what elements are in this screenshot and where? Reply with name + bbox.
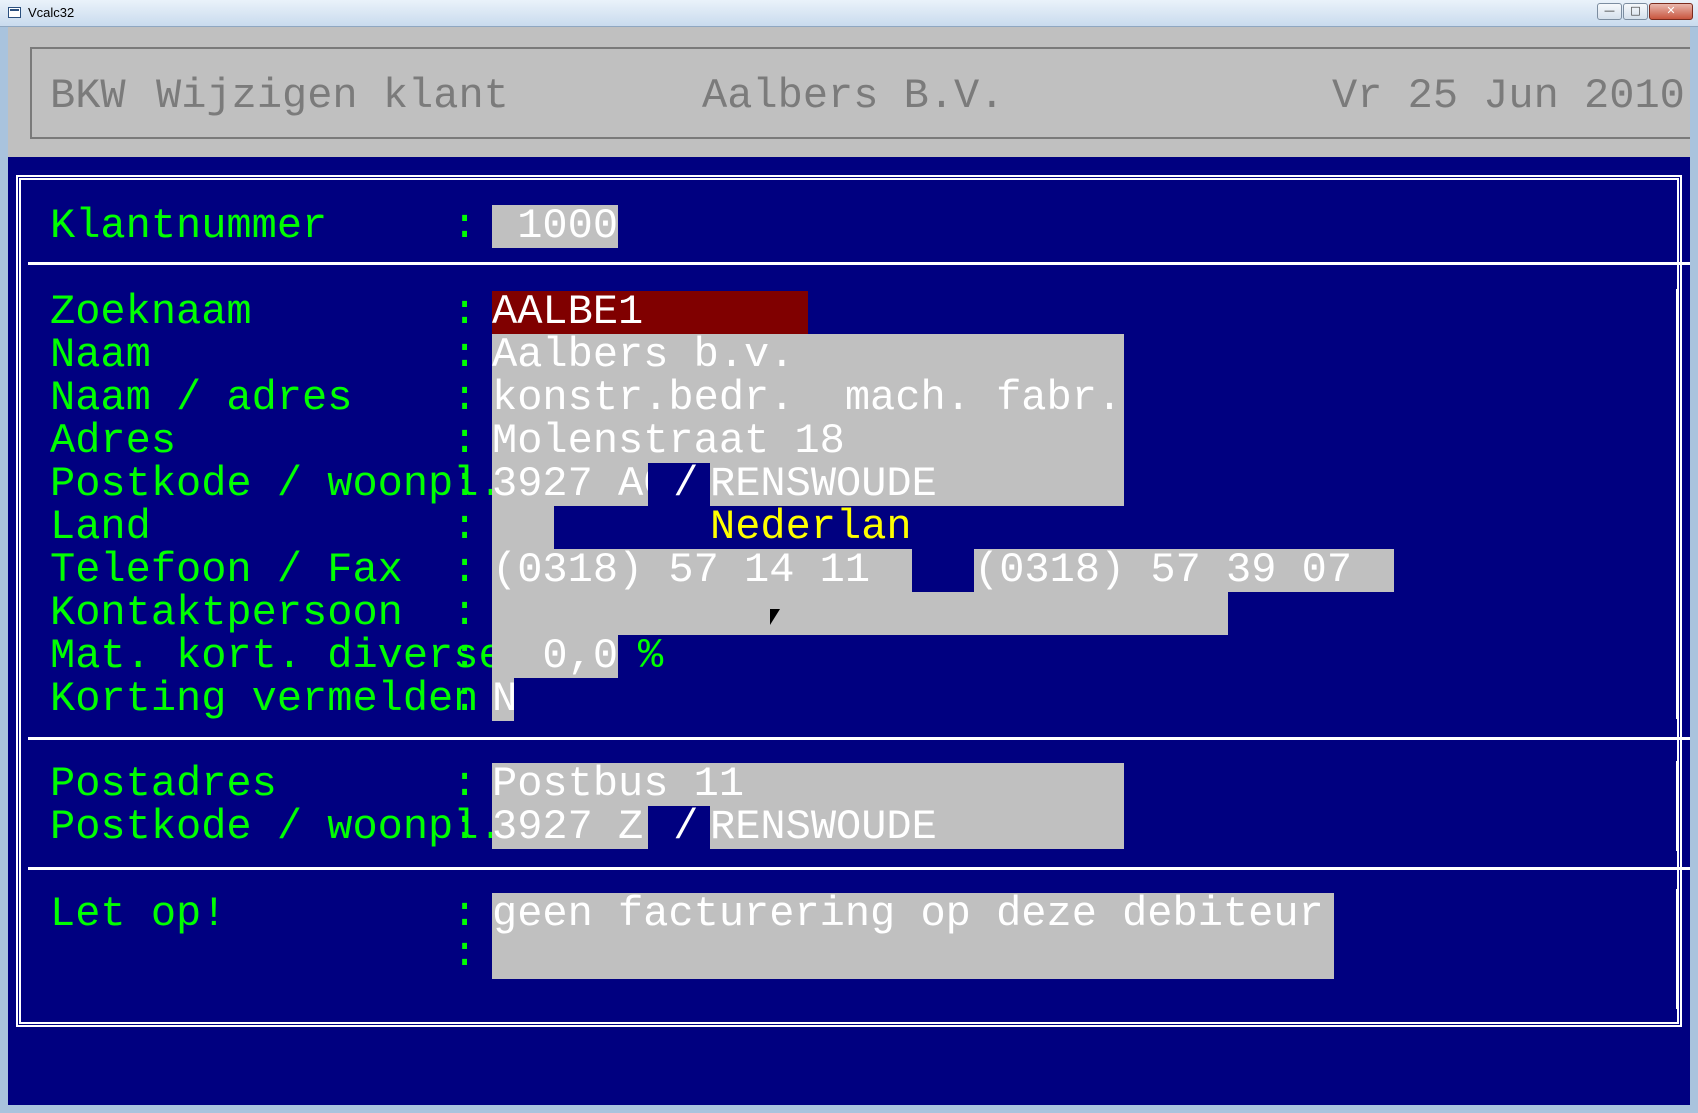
label-postadres: Postadres [50, 760, 277, 808]
maximize-button[interactable]: □ [1623, 3, 1648, 20]
postkode-slash: / [648, 463, 710, 506]
let-op-line-1[interactable]: geen facturering op deze debiteur !!!!!! [492, 893, 1334, 936]
application-window: Vcalc32 — □ ✕ BKW Wijzigen klant Aalbers… [0, 0, 1698, 1113]
post-postkode-slash: / [648, 806, 710, 849]
label-naam: Naam [50, 331, 151, 379]
korting-field[interactable]: N [492, 678, 514, 721]
percent-sign: % [638, 632, 664, 680]
header-band: BKW Wijzigen klant Aalbers B.V. Vr 25 Ju… [8, 27, 1690, 157]
app-icon[interactable] [8, 7, 21, 18]
header-company: Aalbers B.V. [702, 72, 1005, 120]
header-date: Vr 25 Jun 2010 [1332, 72, 1685, 120]
label-let-op: Let op! [50, 890, 227, 938]
colon: : [452, 460, 478, 508]
zoeknaam-field[interactable]: AALBE1 [492, 291, 808, 334]
header-screen-title: Wijzigen klant [156, 72, 509, 120]
colon: : [452, 288, 478, 336]
mat-kort-field[interactable]: 0,00 [492, 635, 618, 678]
window-title: Vcalc32 [28, 5, 75, 20]
label-telefoon: Telefoon / Fax [50, 546, 403, 594]
let-op-line-2[interactable] [492, 936, 1334, 979]
telefoon-field[interactable]: (0318) 57 14 11 [492, 549, 912, 592]
label-post-postkode: Postkode / woonpl. [50, 803, 504, 851]
label-klantnummer: Klantnummer [50, 202, 328, 250]
postadres-field[interactable]: Postbus 11 [492, 763, 1124, 806]
scroll-edge [1676, 761, 1679, 851]
label-korting: Korting vermelden [50, 675, 479, 723]
colon: : [452, 930, 478, 978]
colon: : [452, 803, 478, 851]
post-woonplaats-field[interactable]: RENSWOUDE [710, 806, 1124, 849]
label-adres: Adres [50, 417, 177, 465]
label-naam-adres: Naam / adres [50, 374, 353, 422]
colon: : [452, 417, 478, 465]
terminal-screen[interactable]: BKW Wijzigen klant Aalbers B.V. Vr 25 Ju… [8, 27, 1690, 1105]
colon: : [452, 546, 478, 594]
fax-field[interactable]: (0318) 57 39 07 [974, 549, 1394, 592]
separator [28, 867, 1690, 870]
scroll-edge [1676, 289, 1679, 719]
colon: : [452, 331, 478, 379]
colon: : [452, 675, 478, 723]
land-code-field[interactable] [492, 506, 554, 549]
close-button[interactable]: ✕ [1649, 3, 1693, 20]
colon: : [452, 503, 478, 551]
colon: : [452, 202, 478, 250]
postkode-field[interactable]: 3927 AC [492, 463, 648, 506]
colon: : [452, 374, 478, 422]
colon: : [452, 589, 478, 637]
label-kontaktpersoon: Kontaktpersoon [50, 589, 403, 637]
post-postkode-field[interactable]: 3927 ZL [492, 806, 648, 849]
land-field: Nederland [710, 506, 910, 549]
naam-field[interactable]: Aalbers b.v. [492, 334, 1124, 377]
separator [28, 737, 1690, 740]
colon: : [452, 760, 478, 808]
scroll-edge [1676, 889, 1679, 1009]
label-zoeknaam: Zoeknaam [50, 288, 252, 336]
header-app-name: BKW [50, 72, 126, 120]
woonplaats-field[interactable]: RENSWOUDE [710, 463, 1124, 506]
title-bar[interactable]: Vcalc32 — □ ✕ [0, 0, 1698, 27]
label-land: Land [50, 503, 151, 551]
naam-adres-field[interactable]: konstr.bedr. mach. fabr. [492, 377, 1124, 420]
minimize-button[interactable]: — [1597, 3, 1622, 20]
adres-field[interactable]: Molenstraat 18 [492, 420, 1124, 463]
label-postkode: Postkode / woonpl. [50, 460, 504, 508]
klantnummer-field[interactable]: 10002 [492, 205, 618, 248]
separator [28, 262, 1690, 265]
colon: : [452, 632, 478, 680]
kontaktpersoon-field[interactable] [492, 592, 1228, 635]
